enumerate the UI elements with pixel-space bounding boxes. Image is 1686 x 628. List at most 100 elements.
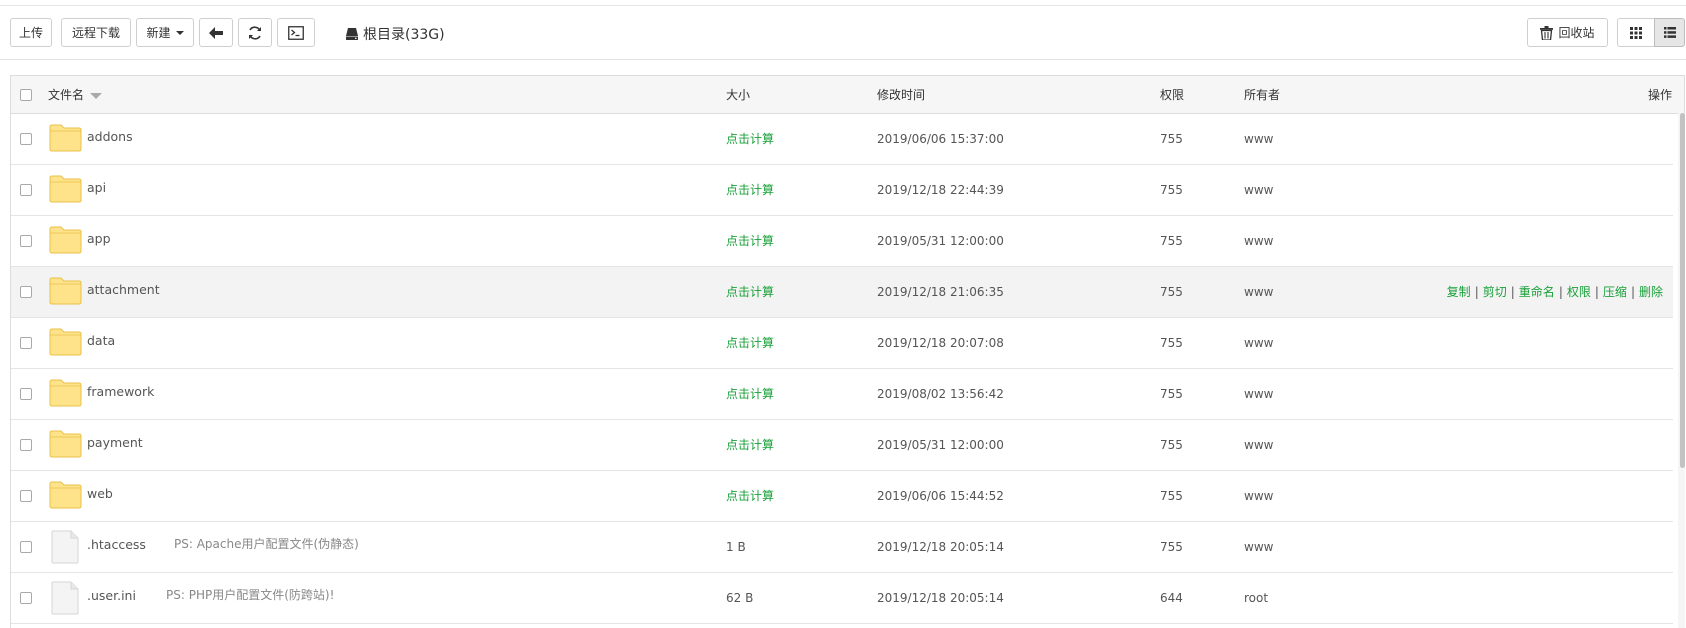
- modified-time: 2019/06/06 15:37:00: [877, 132, 1004, 146]
- breadcrumb[interactable]: 根目录(33G): [345, 24, 445, 44]
- row-checkbox[interactable]: [20, 592, 32, 604]
- owner-value[interactable]: www: [1244, 267, 1273, 318]
- owner-value[interactable]: www: [1244, 471, 1273, 522]
- table-row[interactable]: app 点击计算 2019/05/31 12:00:00 755 www: [11, 216, 1673, 267]
- file-name[interactable]: data: [87, 315, 115, 366]
- permission-value[interactable]: 755: [1160, 165, 1183, 216]
- owner-value[interactable]: www: [1244, 522, 1273, 573]
- refresh-button[interactable]: [238, 18, 272, 47]
- select-all-checkbox[interactable]: [20, 89, 32, 101]
- file-name[interactable]: .htaccess: [87, 519, 146, 570]
- owner-value[interactable]: www: [1244, 114, 1273, 165]
- calculate-size-link[interactable]: 点击计算: [726, 165, 774, 216]
- grid-view-button[interactable]: [1617, 18, 1655, 47]
- breadcrumb-root[interactable]: 根目录(33G): [363, 24, 445, 44]
- upload-button[interactable]: 上传: [10, 18, 52, 47]
- terminal-button[interactable]: [277, 18, 315, 47]
- row-checkbox[interactable]: [20, 490, 32, 502]
- permission-value[interactable]: 755: [1160, 420, 1183, 471]
- header-mtime[interactable]: 修改时间: [877, 76, 925, 114]
- file-name[interactable]: api: [87, 162, 106, 213]
- row-checkbox[interactable]: [20, 541, 32, 553]
- owner-value[interactable]: www: [1244, 216, 1273, 267]
- folder-icon[interactable]: [49, 379, 82, 407]
- cut-link[interactable]: 剪切: [1483, 285, 1507, 299]
- file-name[interactable]: payment: [87, 417, 143, 468]
- file-icon[interactable]: [51, 530, 79, 564]
- remote-download-button[interactable]: 远程下载: [61, 18, 131, 47]
- modified-time: 2019/06/06 15:44:52: [877, 489, 1004, 503]
- file-name[interactable]: .user.ini: [87, 570, 136, 621]
- row-checkbox[interactable]: [20, 439, 32, 451]
- permission-value[interactable]: 755: [1160, 522, 1183, 573]
- scrollbar-thumb[interactable]: [1680, 113, 1685, 468]
- owner-value[interactable]: www: [1244, 318, 1273, 369]
- calculate-size-link[interactable]: 点击计算: [726, 318, 774, 369]
- table-row[interactable]: payment 点击计算 2019/05/31 12:00:00 755 www: [11, 420, 1673, 471]
- recycle-bin-button[interactable]: 回收站: [1527, 18, 1608, 47]
- permission-link[interactable]: 权限: [1567, 285, 1591, 299]
- owner-value[interactable]: www: [1244, 165, 1273, 216]
- row-checkbox[interactable]: [20, 337, 32, 349]
- new-label: 新建: [146, 26, 171, 40]
- calculate-size-link[interactable]: 点击计算: [726, 114, 774, 165]
- header-owner[interactable]: 所有者: [1244, 76, 1280, 114]
- delete-link[interactable]: 删除: [1639, 285, 1663, 299]
- file-toolbar: 上传 远程下载 新建 根目录(33G) 回收站: [0, 6, 1686, 60]
- arrow-left-icon: [209, 26, 223, 39]
- table-row[interactable]: .htaccess PS: Apache用户配置文件(伪静态) 1 B 2019/12…: [11, 522, 1673, 573]
- header-perm[interactable]: 权限: [1160, 76, 1184, 114]
- folder-icon[interactable]: [49, 481, 82, 509]
- table-row[interactable]: data 点击计算 2019/12/18 20:07:08 755 www: [11, 318, 1673, 369]
- compress-link[interactable]: 压缩: [1603, 285, 1627, 299]
- folder-icon[interactable]: [49, 328, 82, 356]
- action-separator: |: [1630, 285, 1635, 299]
- owner-value[interactable]: www: [1244, 369, 1273, 420]
- row-checkbox[interactable]: [20, 184, 32, 196]
- header-size[interactable]: 大小: [726, 76, 750, 114]
- table-row[interactable]: .user.ini PS: PHP用户配置文件(防跨站)! 62 B 2019/12/…: [11, 573, 1673, 624]
- folder-icon[interactable]: [49, 226, 82, 254]
- permission-value[interactable]: 755: [1160, 216, 1183, 267]
- permission-value[interactable]: 755: [1160, 114, 1183, 165]
- calculate-size-link[interactable]: 点击计算: [726, 369, 774, 420]
- calculate-size-link[interactable]: 点击计算: [726, 471, 774, 522]
- permission-value[interactable]: 644: [1160, 573, 1183, 624]
- row-checkbox[interactable]: [20, 235, 32, 247]
- calculate-size-link[interactable]: 点击计算: [726, 216, 774, 267]
- file-table: 文件名 大小 修改时间 权限 所有者 操作 addons 点击计算 2019/06/…: [10, 75, 1685, 628]
- file-name[interactable]: web: [87, 468, 113, 519]
- table-row[interactable]: web 点击计算 2019/06/06 15:44:52 755 www: [11, 471, 1673, 522]
- owner-value[interactable]: www: [1244, 420, 1273, 471]
- rename-link[interactable]: 重命名: [1519, 285, 1555, 299]
- terminal-icon: [288, 25, 304, 40]
- permission-value[interactable]: 755: [1160, 471, 1183, 522]
- folder-icon[interactable]: [49, 277, 82, 305]
- file-name[interactable]: app: [87, 213, 111, 264]
- row-checkbox[interactable]: [20, 388, 32, 400]
- permission-value[interactable]: 755: [1160, 318, 1183, 369]
- owner-value[interactable]: root: [1244, 573, 1268, 624]
- file-icon[interactable]: [51, 581, 79, 615]
- back-button[interactable]: [199, 18, 233, 47]
- list-view-button[interactable]: [1654, 18, 1685, 47]
- new-dropdown-button[interactable]: 新建: [136, 18, 194, 47]
- file-name[interactable]: attachment: [87, 264, 160, 315]
- permission-value[interactable]: 755: [1160, 267, 1183, 318]
- row-checkbox[interactable]: [20, 286, 32, 298]
- table-row[interactable]: api 点击计算 2019/12/18 22:44:39 755 www: [11, 165, 1673, 216]
- permission-value[interactable]: 755: [1160, 369, 1183, 420]
- table-row[interactable]: addons 点击计算 2019/06/06 15:37:00 755 www: [11, 114, 1673, 165]
- folder-icon[interactable]: [49, 175, 82, 203]
- folder-icon[interactable]: [49, 430, 82, 458]
- table-row[interactable]: attachment 点击计算 2019/12/18 21:06:35 755 www 复…: [11, 267, 1673, 318]
- table-row[interactable]: framework 点击计算 2019/08/02 13:56:42 755 www: [11, 369, 1673, 420]
- file-name[interactable]: addons: [87, 111, 133, 162]
- file-name[interactable]: framework: [87, 366, 154, 417]
- row-checkbox[interactable]: [20, 133, 32, 145]
- calculate-size-link[interactable]: 点击计算: [726, 267, 774, 318]
- header-name[interactable]: 文件名: [48, 76, 103, 114]
- calculate-size-link[interactable]: 点击计算: [726, 420, 774, 471]
- copy-link[interactable]: 复制: [1447, 285, 1471, 299]
- folder-icon[interactable]: [49, 124, 82, 152]
